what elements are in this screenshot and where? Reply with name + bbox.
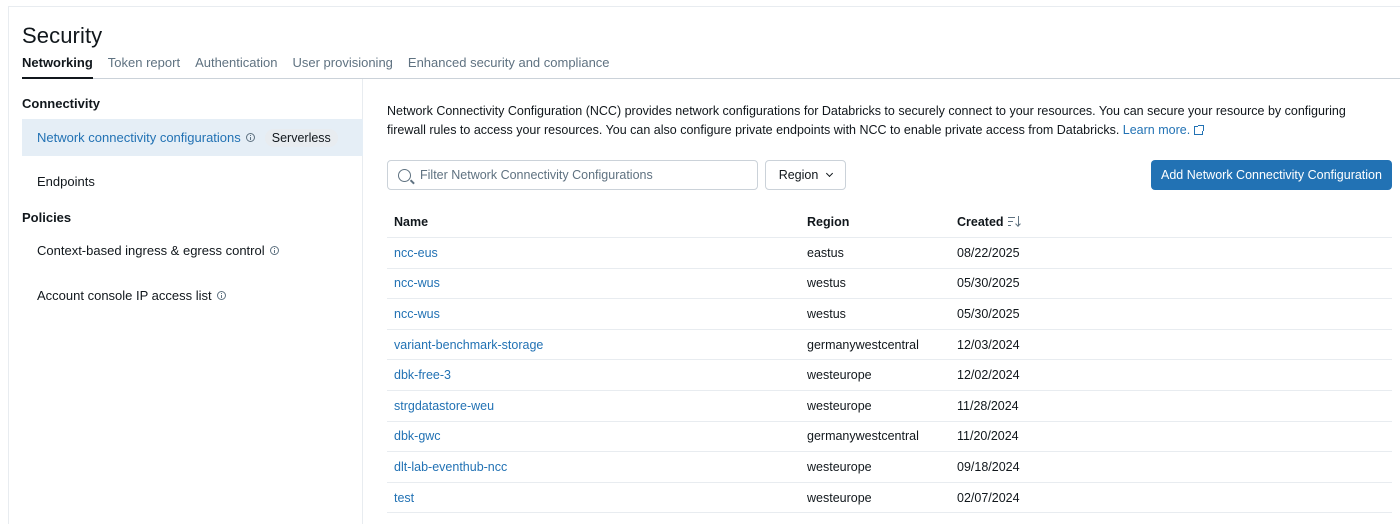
region-cell: westeurope xyxy=(807,398,872,413)
ncc-name-link[interactable]: dbk-gwc xyxy=(387,429,800,443)
created-cell: 08/22/2025 xyxy=(957,245,1020,260)
external-link-icon xyxy=(1194,125,1205,135)
region-cell: westus xyxy=(807,276,846,291)
sidebar-item-ip-access-list[interactable]: Account console IP access list xyxy=(22,277,363,314)
table-row: ncc-eus eastus 08/22/2025 xyxy=(387,238,1392,269)
sidebar-item-label: Endpoints xyxy=(37,174,95,189)
created-cell: 09/18/2024 xyxy=(957,459,1020,474)
chevron-down-icon xyxy=(826,169,834,177)
info-icon[interactable] xyxy=(269,246,279,255)
created-cell: 05/30/2025 xyxy=(957,276,1020,291)
region-cell: eastus xyxy=(807,245,844,260)
tab-enhanced-security[interactable]: Enhanced security and compliance xyxy=(408,54,625,79)
ncc-name-link[interactable]: strgdatastore-weu xyxy=(387,399,800,413)
region-filter-dropdown[interactable]: Region xyxy=(765,160,846,190)
table-row: test westeurope 02/07/2024 xyxy=(387,483,1392,514)
learn-more-label: Learn more. xyxy=(1122,123,1191,137)
add-ncc-button[interactable]: Add Network Connectivity Configuration xyxy=(1151,160,1392,190)
tab-user-provisioning[interactable]: User provisioning xyxy=(292,54,407,79)
created-cell: 12/02/2024 xyxy=(957,368,1020,383)
table-row: variant-benchmark-storage germanywestcent… xyxy=(387,330,1392,361)
region-cell: westeurope xyxy=(807,368,872,383)
search-box[interactable] xyxy=(387,160,758,190)
sort-descending-icon[interactable] xyxy=(1007,216,1022,227)
sidebar-item-label: Account console IP access list xyxy=(37,288,212,303)
table-header: Name Region Created xyxy=(387,207,1392,238)
ncc-description: Network Connectivity Configuration (NCC)… xyxy=(387,102,1387,140)
ncc-name-link[interactable]: test xyxy=(387,491,800,505)
created-cell: 02/07/2024 xyxy=(957,490,1020,505)
serverless-badge: Serverless xyxy=(264,128,338,147)
table-row: ncc-wus westus 05/30/2025 xyxy=(387,269,1392,300)
table-row: dlt-lab-eventhub-ncc westeurope 09/18/2024 xyxy=(387,452,1392,483)
table-row: dbk-gwc germanywestcentral 11/20/2024 xyxy=(387,422,1392,453)
region-cell: westeurope xyxy=(807,459,872,474)
tab-token-report[interactable]: Token report xyxy=(108,54,195,79)
ncc-table: Name Region Created ncc-eus eastus 08/22/2… xyxy=(387,207,1392,514)
region-cell: westeurope xyxy=(807,490,872,505)
region-cell: westus xyxy=(807,306,846,321)
created-cell: 05/30/2025 xyxy=(957,306,1020,321)
ncc-name-link[interactable]: dlt-lab-eventhub-ncc xyxy=(387,460,800,474)
column-header-region[interactable]: Region xyxy=(800,215,950,229)
sidebar-heading-connectivity: Connectivity xyxy=(22,96,101,111)
ncc-name-link[interactable]: dbk-free-3 xyxy=(387,368,800,382)
column-header-name[interactable]: Name xyxy=(387,215,800,229)
tab-networking[interactable]: Networking xyxy=(22,54,93,79)
created-cell: 12/03/2024 xyxy=(957,337,1020,352)
region-cell: germanywestcentral xyxy=(807,429,919,444)
search-icon xyxy=(398,168,411,182)
sidebar: Connectivity Network connectivity config… xyxy=(22,79,363,524)
sidebar-heading-policies: Policies xyxy=(22,210,72,225)
table-row: strgdatastore-weu westeurope 11/28/2024 xyxy=(387,391,1392,422)
ncc-name-link[interactable]: ncc-eus xyxy=(387,246,800,260)
column-header-created[interactable]: Created xyxy=(950,215,1392,229)
sidebar-item-endpoints[interactable]: Endpoints xyxy=(22,163,363,200)
sidebar-item-label: Network connectivity configurations xyxy=(37,130,241,145)
info-icon[interactable] xyxy=(245,133,255,142)
main-content: Network Connectivity Configuration (NCC)… xyxy=(387,79,1400,524)
table-row: ncc-wus westus 05/30/2025 xyxy=(387,299,1392,330)
ncc-name-link[interactable]: ncc-wus xyxy=(387,276,800,290)
region-filter-label: Region xyxy=(778,168,819,182)
created-cell: 11/20/2024 xyxy=(957,429,1019,444)
table-body: ncc-eus eastus 08/22/2025 ncc-wus westus 05/3… xyxy=(387,238,1392,514)
sidebar-item-ncc[interactable]: Network connectivity configurations Serv… xyxy=(22,119,363,156)
sidebar-item-context-based-control[interactable]: Context-based ingress & egress control xyxy=(22,232,363,269)
search-input[interactable] xyxy=(420,168,740,182)
region-cell: germanywestcentral xyxy=(807,337,919,352)
tab-bar: Networking Token report Authentication U… xyxy=(22,54,1400,79)
created-cell: 11/28/2024 xyxy=(957,398,1019,413)
info-icon[interactable] xyxy=(216,291,226,300)
column-header-created-label: Created xyxy=(957,215,1004,229)
ncc-name-link[interactable]: ncc-wus xyxy=(387,307,800,321)
table-row: dbk-free-3 westeurope 12/02/2024 xyxy=(387,360,1392,391)
tab-authentication[interactable]: Authentication xyxy=(195,54,292,79)
ncc-name-link[interactable]: variant-benchmark-storage xyxy=(387,338,800,352)
learn-more-link[interactable]: Learn more. xyxy=(1122,123,1205,137)
sidebar-item-label: Context-based ingress & egress control xyxy=(37,243,265,258)
page-title: Security xyxy=(22,23,103,48)
